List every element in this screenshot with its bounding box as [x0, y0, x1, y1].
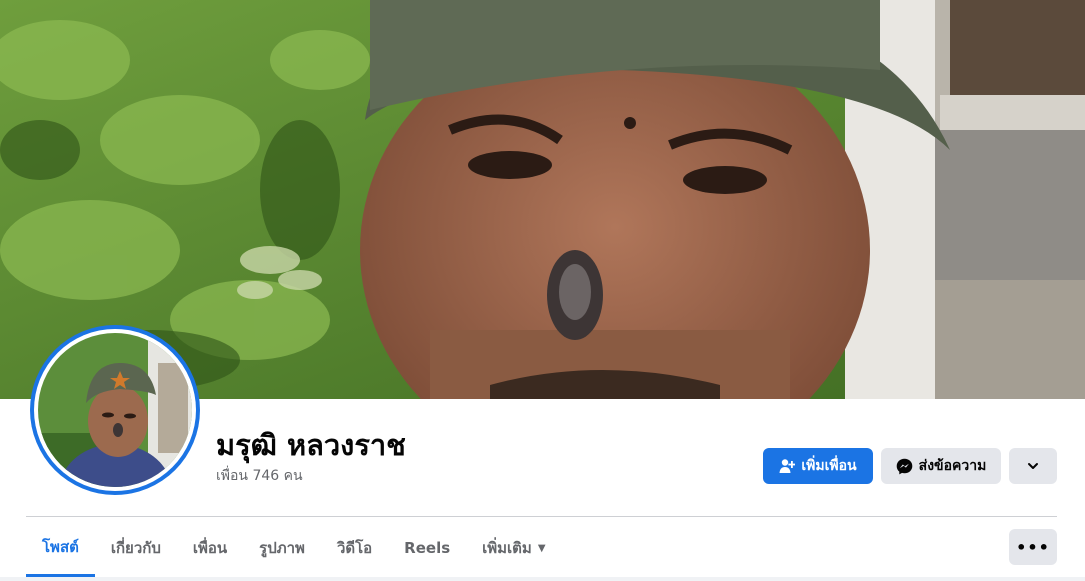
more-dots-icon: •••	[1016, 537, 1050, 557]
profile-name: มรุฒิ หลวงราช	[216, 428, 406, 462]
tab-photos[interactable]: รูปภาพ	[243, 520, 321, 576]
tab-more[interactable]: เพิ่มเติม ▼	[466, 520, 561, 576]
profile-options-dropdown[interactable]	[1009, 448, 1057, 484]
message-label: ส่งข้อความ	[918, 458, 987, 474]
friends-count[interactable]: เพื่อน 746 คน	[216, 465, 303, 487]
profile-picture[interactable]	[30, 325, 200, 495]
tab-photos-label: รูปภาพ	[259, 539, 305, 557]
profile-picture-border	[34, 329, 196, 491]
page-background-strip	[0, 577, 1085, 581]
profile-photo	[38, 333, 192, 487]
tab-about[interactable]: เกี่ยวกับ	[95, 520, 177, 576]
section-divider	[26, 516, 1057, 517]
messenger-icon	[896, 458, 913, 475]
chevron-down-icon	[1026, 459, 1040, 473]
tab-videos[interactable]: วิดีโอ	[321, 520, 388, 576]
tab-posts-label: โพสต์	[42, 538, 79, 556]
tab-more-label: เพิ่มเติม	[482, 539, 532, 557]
add-friend-icon	[779, 458, 796, 474]
profile-tabs: โพสต์ เกี่ยวกับ เพื่อน รูปภาพ วิดีโอ Ree…	[26, 520, 562, 578]
tab-reels[interactable]: Reels	[388, 520, 466, 576]
tab-friends-label: เพื่อน	[192, 539, 228, 557]
add-friend-label: เพิ่มเพื่อน	[801, 458, 857, 474]
tab-posts[interactable]: โพสต์	[26, 520, 95, 577]
tab-about-label: เกี่ยวกับ	[110, 539, 161, 557]
tab-reels-label: Reels	[404, 539, 451, 557]
add-friend-button[interactable]: เพิ่มเพื่อน	[763, 448, 873, 484]
message-button[interactable]: ส่งข้อความ	[881, 448, 1001, 484]
caret-down-icon: ▼	[537, 542, 546, 554]
more-options-button[interactable]: •••	[1009, 529, 1057, 565]
tab-videos-label: วิดีโอ	[336, 539, 373, 557]
tab-friends[interactable]: เพื่อน	[177, 520, 243, 576]
